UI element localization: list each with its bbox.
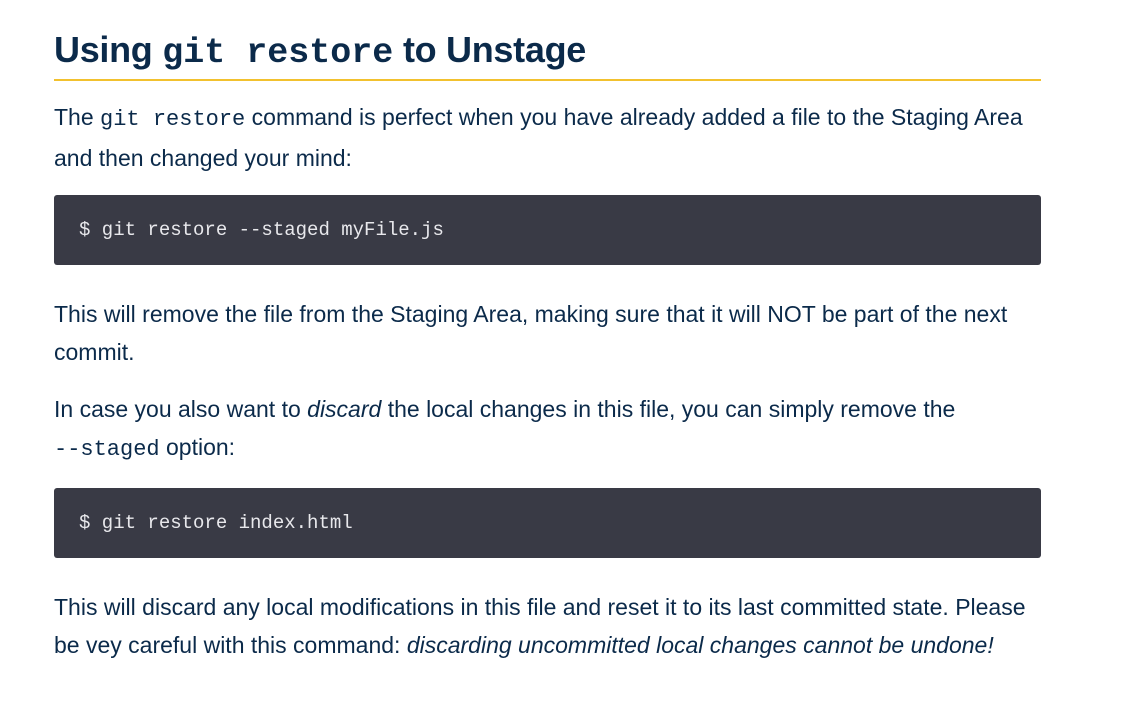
- inline-code-git-restore: git restore: [100, 107, 246, 132]
- discard-text-before: In case you also want to: [54, 396, 308, 422]
- inline-code-staged-option: --staged: [54, 437, 160, 462]
- discard-paragraph: In case you also want to discard the loc…: [54, 390, 1041, 469]
- heading-code: git restore: [162, 33, 394, 73]
- warning-emphasis: discarding uncommitted local changes can…: [406, 632, 994, 658]
- article-content: Using git restore to Unstage The git res…: [54, 26, 1041, 664]
- code-block-unstage-text: $ git restore --staged myFile.js: [79, 219, 444, 241]
- code-block-unstage: $ git restore --staged myFile.js: [54, 195, 1041, 265]
- explanation-paragraph: This will remove the file from the Stagi…: [54, 301, 1008, 365]
- heading-suffix: to Unstage: [393, 29, 586, 70]
- heading-prefix: Using: [54, 29, 163, 70]
- intro-paragraph: The git restore command is perfect when …: [54, 98, 1041, 177]
- section-heading: Using git restore to Unstage: [54, 26, 1041, 81]
- intro-text-before: The: [54, 104, 101, 130]
- code-block-discard: $ git restore index.html: [54, 488, 1041, 558]
- code-block-discard-text: $ git restore index.html: [79, 512, 353, 534]
- discard-text-middle: the local changes in this file, you can …: [381, 396, 956, 422]
- warning-paragraph: This will discard any local modification…: [54, 588, 1041, 664]
- discard-text-after: option:: [159, 434, 236, 460]
- discard-emphasis: discard: [307, 396, 382, 422]
